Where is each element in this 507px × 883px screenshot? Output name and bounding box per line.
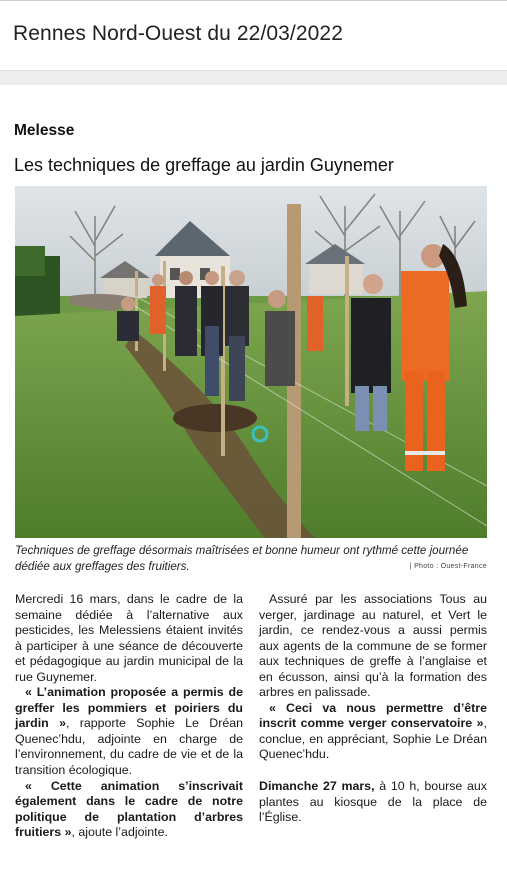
paragraph: « Ceci va nous permettre d’être inscrit …: [259, 701, 487, 763]
event-date: Dimanche 27 mars,: [259, 779, 375, 794]
paragraph: Dimanche 27 mars, à 10 h, bourse aux pla…: [259, 779, 487, 826]
article-column-left: Mercredi 16 mars, dans le cadre de la se…: [15, 592, 243, 841]
top-rule: [0, 0, 507, 1]
paragraph: Mercredi 16 mars, dans le cadre de la se…: [15, 592, 243, 685]
quote-text: « Ceci va nous permettre d’être inscrit …: [259, 700, 487, 731]
article-headline: Les techniques de greffage au jardin Guy…: [14, 155, 394, 175]
edition-title: Rennes Nord-Ouest du 22/03/2022: [13, 22, 343, 45]
photo-credit: | Photo : Ouest-France: [409, 563, 487, 570]
article-column-right: Assuré par les associations Tous au verg…: [259, 592, 487, 826]
header-band: [0, 70, 507, 85]
article-town: Melesse: [14, 122, 75, 139]
garden-photo-illustration: [15, 186, 487, 538]
paragraph: Assuré par les associations Tous au verg…: [259, 592, 487, 701]
paragraph-text: , ajoute l’adjointe.: [71, 825, 168, 840]
photo-caption: Techniques de greffage désormais maîtris…: [15, 544, 469, 573]
paragraph-text: Assuré par les associations Tous au verg…: [259, 592, 487, 700]
paragraph: « Cette animation s’inscrivait également…: [15, 779, 243, 841]
article-photo: [15, 186, 487, 538]
paragraph-text: Mercredi 16 mars, dans le cadre de la se…: [15, 592, 243, 684]
paragraph: « L’animation proposée a permis de greff…: [15, 685, 243, 778]
